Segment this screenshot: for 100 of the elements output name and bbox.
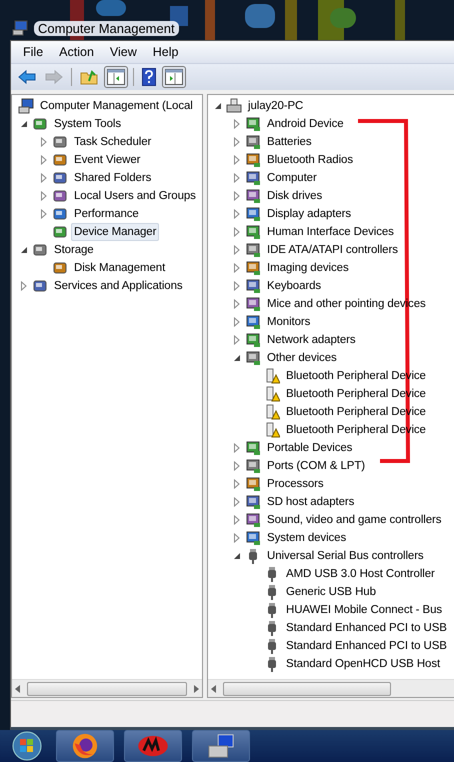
expand-arrow-icon[interactable]: [233, 155, 241, 165]
tree-item[interactable]: Network adapters: [264, 330, 359, 350]
tree-item[interactable]: Task Scheduler: [71, 133, 154, 151]
computer-icon: [12, 20, 28, 36]
menu-item[interactable]: Action: [51, 45, 102, 59]
tool-icon: [32, 242, 48, 258]
collapse-arrow-icon[interactable]: [214, 102, 222, 110]
tree-item[interactable]: Ports (COM & LPT): [264, 456, 368, 476]
tree-item[interactable]: Bluetooth Radios: [264, 150, 356, 170]
expand-arrow-icon[interactable]: [40, 137, 48, 147]
tree-item[interactable]: Disk drives: [264, 186, 326, 206]
expand-arrow-icon[interactable]: [233, 191, 241, 201]
tree-item[interactable]: Local Users and Groups: [71, 187, 199, 205]
expand-arrow-icon[interactable]: [233, 515, 241, 525]
scroll-left-icon[interactable]: [211, 684, 217, 692]
tool-icon: [52, 134, 68, 150]
show-tree-button[interactable]: [104, 66, 128, 88]
tree-item[interactable]: Display adapters: [264, 204, 354, 224]
horizontal-scrollbar[interactable]: [208, 679, 454, 697]
tree-item[interactable]: System Tools: [51, 115, 124, 133]
tree-item[interactable]: Generic USB Hub: [283, 582, 379, 602]
tree-item[interactable]: Batteries: [264, 132, 314, 152]
app-taskbar-button[interactable]: [124, 730, 182, 762]
menu-item[interactable]: View: [102, 45, 145, 59]
collapse-arrow-icon[interactable]: [20, 246, 28, 254]
tree-item[interactable]: Imaging devices: [264, 258, 352, 278]
scroll-right-icon[interactable]: [193, 684, 199, 692]
scroll-left-icon[interactable]: [15, 684, 21, 692]
expand-arrow-icon[interactable]: [233, 497, 241, 507]
browser-icon: [71, 732, 99, 760]
expand-arrow-icon[interactable]: [233, 173, 241, 183]
tree-item[interactable]: Universal Serial Bus controllers: [264, 546, 427, 566]
help-button[interactable]: [139, 66, 159, 88]
tree-item[interactable]: System devices: [264, 528, 350, 548]
tree-item[interactable]: Standard OpenHCD USB Host: [283, 654, 444, 674]
window-title: Computer Management: [34, 20, 179, 36]
tree-item[interactable]: Shared Folders: [71, 169, 154, 187]
expand-arrow-icon[interactable]: [233, 443, 241, 453]
tree-item[interactable]: Other devices: [264, 348, 340, 368]
collapse-arrow-icon[interactable]: [233, 552, 241, 560]
computer-icon: [207, 732, 235, 760]
expand-arrow-icon[interactable]: [233, 479, 241, 489]
expand-arrow-icon[interactable]: [40, 173, 48, 183]
tree-item[interactable]: Monitors: [264, 312, 314, 332]
tool-icon: [52, 260, 68, 276]
tree-item[interactable]: Performance: [71, 205, 142, 223]
tree-item[interactable]: Event Viewer: [71, 151, 144, 169]
computer-taskbar-button[interactable]: [192, 730, 250, 762]
menu-item[interactable]: File: [15, 45, 52, 59]
expand-arrow-icon[interactable]: [233, 299, 241, 309]
tree-item[interactable]: Computer: [264, 168, 320, 188]
tool-icon: [32, 278, 48, 294]
browser-taskbar-button[interactable]: [56, 730, 114, 762]
logo-icon: [136, 734, 170, 758]
tool-icon: [52, 224, 68, 240]
menu-item[interactable]: Help: [144, 45, 186, 59]
tree-item[interactable]: IDE ATA/ATAPI controllers: [264, 240, 401, 260]
expand-arrow-icon[interactable]: [233, 119, 241, 129]
tree-item[interactable]: Storage: [51, 241, 97, 259]
horizontal-scrollbar[interactable]: [12, 679, 202, 697]
tree-item[interactable]: Human Interface Devices: [264, 222, 397, 242]
expand-arrow-icon[interactable]: [233, 461, 241, 471]
tree-item[interactable]: Portable Devices: [264, 438, 356, 458]
expand-arrow-icon[interactable]: [20, 281, 28, 291]
start-icon: [12, 731, 42, 761]
tree-item[interactable]: HUAWEI Mobile Connect - Bus: [283, 600, 446, 620]
tree-item[interactable]: Sound, video and game controllers: [264, 510, 444, 530]
expand-arrow-icon[interactable]: [233, 317, 241, 327]
tree-item[interactable]: Services and Applications: [51, 277, 186, 295]
tree-item[interactable]: AMD USB 3.0 Host Controller: [283, 564, 438, 584]
tree-item[interactable]: Device Manager: [71, 223, 160, 241]
tool-icon: [52, 152, 68, 168]
expand-arrow-icon[interactable]: [233, 281, 241, 291]
expand-arrow-icon[interactable]: [233, 209, 241, 219]
expand-arrow-icon[interactable]: [233, 263, 241, 273]
collapse-arrow-icon[interactable]: [233, 354, 241, 362]
collapse-arrow-icon[interactable]: [20, 120, 28, 128]
expand-arrow-icon[interactable]: [233, 335, 241, 345]
tree-item[interactable]: SD host adapters: [264, 492, 358, 512]
expand-arrow-icon[interactable]: [40, 155, 48, 165]
tree-item[interactable]: Disk Management: [71, 259, 168, 277]
tool-icon: [32, 116, 48, 132]
computer-icon: [18, 98, 34, 114]
tree-item[interactable]: Android Device: [264, 114, 347, 134]
expand-arrow-icon[interactable]: [40, 191, 48, 201]
tool-icon: [52, 206, 68, 222]
tree-item[interactable]: Standard Enhanced PCI to USB: [283, 618, 450, 638]
show-pane-button[interactable]: [162, 66, 186, 88]
tree-item[interactable]: Keyboards: [264, 276, 324, 296]
expand-arrow-icon[interactable]: [233, 533, 241, 543]
tool-icon: [52, 170, 68, 186]
expand-arrow-icon[interactable]: [40, 209, 48, 219]
tree-item[interactable]: Computer Management (Local: [37, 97, 196, 115]
expand-arrow-icon[interactable]: [233, 137, 241, 147]
tree-item[interactable]: julay20-PC: [245, 96, 306, 116]
tree-item[interactable]: Standard Enhanced PCI to USB: [283, 636, 450, 656]
tool-icon: [52, 188, 68, 204]
expand-arrow-icon[interactable]: [233, 227, 241, 237]
tree-item[interactable]: Processors: [264, 474, 327, 494]
expand-arrow-icon[interactable]: [233, 245, 241, 255]
